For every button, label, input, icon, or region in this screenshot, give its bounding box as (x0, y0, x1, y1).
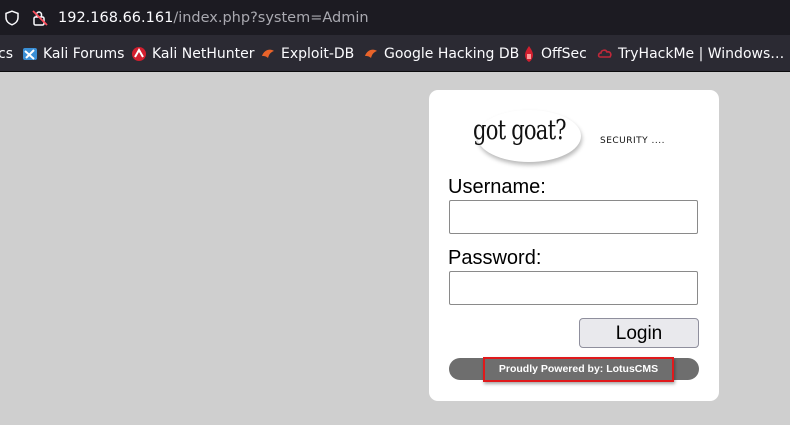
exploit-db-icon (262, 49, 274, 58)
bookmark-google-hacking-db[interactable]: Google Hacking DB (363, 36, 520, 71)
tryhackme-icon (597, 49, 612, 58)
insecure-lock-icon[interactable] (31, 9, 49, 27)
bookmark-label: Kali NetHunter (152, 46, 255, 62)
url-bar[interactable]: 192.168.66.161/index.php?system=Admin (0, 0, 790, 36)
bookmark-partial[interactable]: cs (0, 36, 13, 71)
bookmark-label: OffSec (541, 46, 587, 62)
login-button[interactable]: Login (579, 318, 699, 348)
bookmark-label: cs (0, 46, 13, 62)
kali-nethunter-icon (132, 47, 146, 61)
google-hacking-db-icon (365, 49, 377, 58)
username-label: Username: (448, 176, 546, 198)
password-input[interactable] (449, 271, 698, 305)
url-host: 192.168.66.161 (58, 10, 174, 26)
username-input[interactable] (449, 200, 698, 234)
bookmark-label: Google Hacking DB (384, 46, 520, 62)
kali-forums-icon (23, 48, 37, 60)
url-path: /index.php?system=Admin (173, 10, 369, 26)
password-label: Password: (448, 247, 542, 269)
footer-highlight-box: Proudly Powered by: LotusCMS (483, 357, 674, 382)
tagline: SECURITY .... (600, 136, 665, 146)
bookmark-label: Exploit-DB (281, 46, 355, 62)
bookmark-label: Kali Forums (43, 46, 125, 62)
bookmark-tryhackme[interactable]: TryHackMe | Windows… (597, 36, 785, 71)
bookmarks-toolbar: cs Kali Forums Kali NetHunter Exploit-DB… (0, 36, 790, 72)
logo-text: got goat? (473, 115, 567, 146)
bookmark-kali-nethunter[interactable]: Kali NetHunter (131, 36, 255, 71)
bookmark-kali-forums[interactable]: Kali Forums (22, 36, 125, 71)
offsec-icon (525, 46, 533, 62)
tracking-protection-shield-icon[interactable] (4, 10, 20, 26)
address-text[interactable]: 192.168.66.161/index.php?system=Admin (58, 8, 369, 28)
logo: got goat? SECURITY .... (451, 108, 681, 166)
login-panel: got goat? SECURITY .... Username: Passwo… (429, 90, 719, 401)
bookmark-offsec[interactable]: OffSec (522, 36, 587, 71)
bookmark-label: TryHackMe | Windows… (618, 46, 785, 62)
powered-by-text: Proudly Powered by: LotusCMS (498, 363, 659, 375)
bookmark-exploit-db[interactable]: Exploit-DB (260, 36, 355, 71)
